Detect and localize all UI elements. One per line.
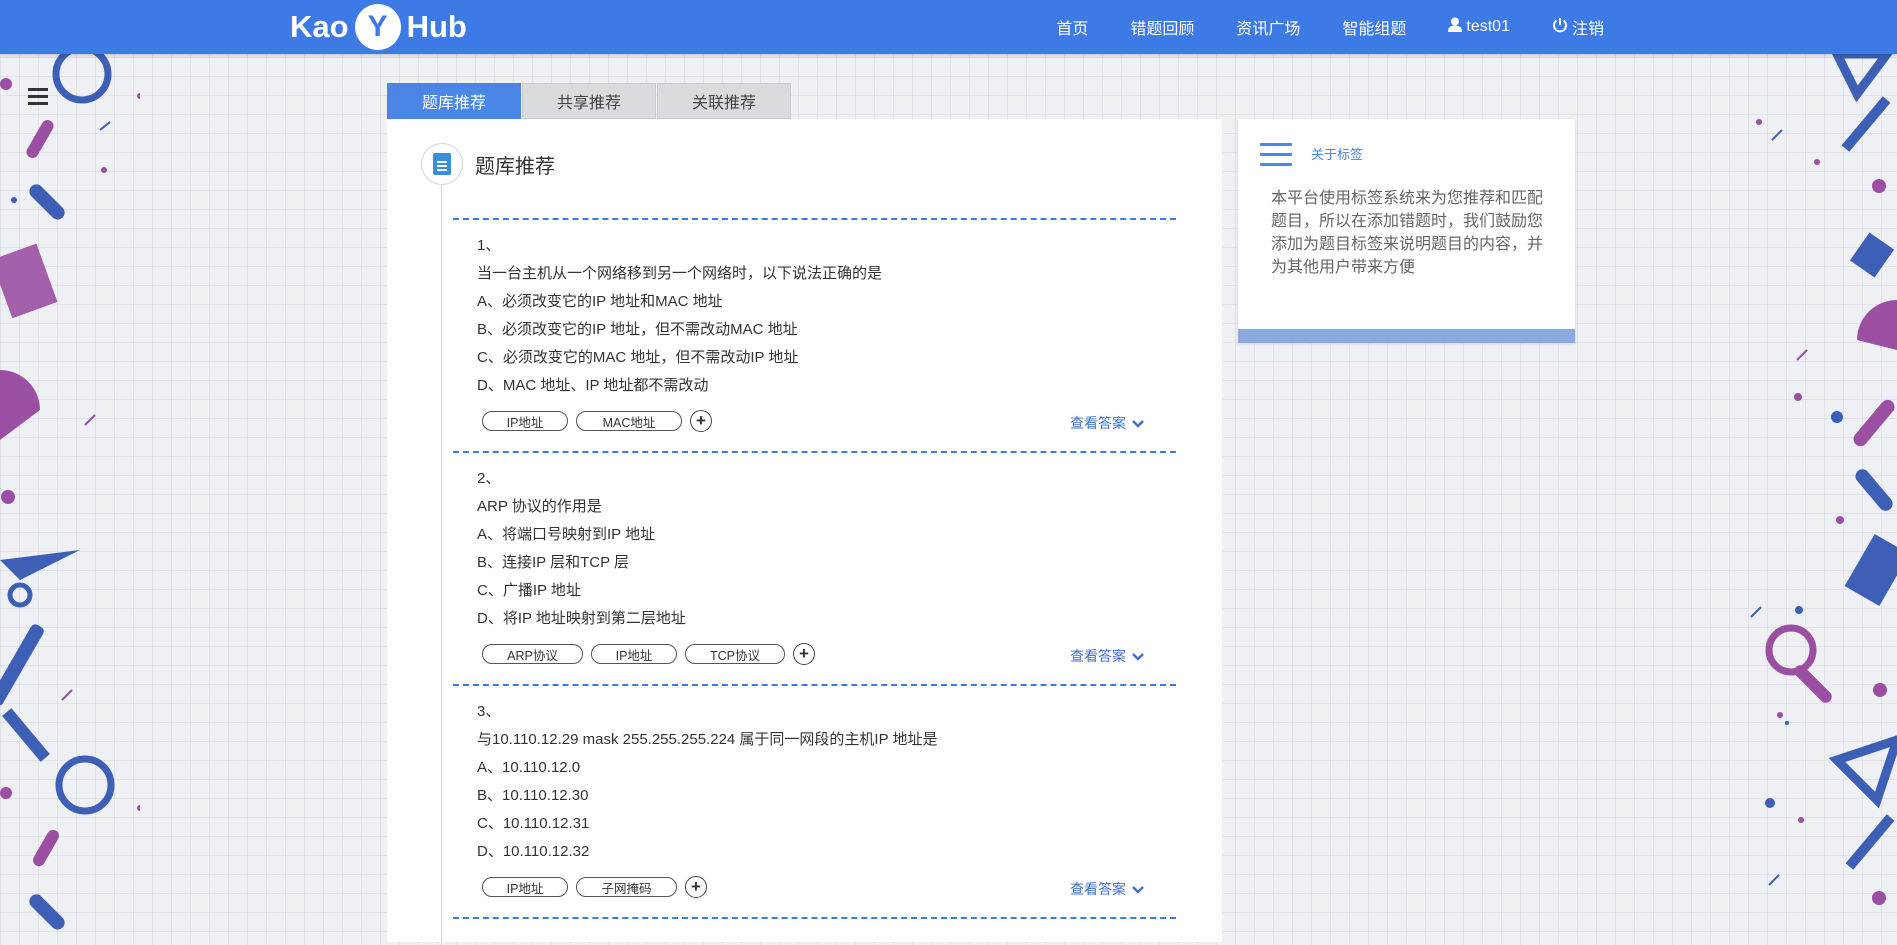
question-stem: ARP 协议的作用是 bbox=[477, 498, 602, 515]
brand-y-badge: Y bbox=[354, 4, 401, 50]
add-tag-button[interactable]: + bbox=[793, 643, 815, 665]
tab-bank-recommend[interactable]: 题库推荐 bbox=[387, 83, 521, 119]
question-item: 2、 ARP 协议的作用是 A、将端口号映射到IP 地址 B、连接IP 层和TC… bbox=[477, 465, 1177, 633]
user-icon bbox=[1448, 17, 1463, 37]
question-option: A、必须改变它的IP 地址和MAC 地址 bbox=[477, 293, 723, 310]
tag-chip[interactable]: MAC地址 bbox=[576, 411, 682, 431]
question-option: C、10.110.12.31 bbox=[477, 815, 590, 832]
decor-right-icons bbox=[1750, 49, 1897, 905]
question-option: A、将端口号映射到IP 地址 bbox=[477, 526, 656, 543]
about-tags-text: 本平台使用标签系统来为您推荐和匹配题目，所以在添加错题时，我们鼓励您添加为题目标… bbox=[1271, 190, 1544, 276]
view-answer-label: 查看答案 bbox=[1070, 648, 1126, 664]
tag-chip[interactable]: ARP协议 bbox=[482, 644, 583, 664]
nav-home[interactable]: 首页 bbox=[1056, 15, 1088, 39]
list-icon bbox=[1260, 143, 1292, 173]
nav-wrong-review-label: 错题回顾 bbox=[1130, 21, 1195, 38]
document-icon bbox=[433, 153, 451, 175]
plus-icon: + bbox=[799, 644, 809, 663]
menu-icon bbox=[28, 88, 48, 105]
nav-smart-quiz[interactable]: 智能组题 bbox=[1342, 15, 1406, 39]
tab-related-recommend[interactable]: 关联推荐 bbox=[657, 83, 791, 119]
plus-icon: + bbox=[691, 877, 701, 896]
nav-wrong-review[interactable]: 错题回顾 bbox=[1130, 15, 1194, 39]
question-option: B、10.110.12.30 bbox=[477, 787, 589, 804]
tag-chip[interactable]: IP地址 bbox=[482, 411, 568, 431]
question-divider bbox=[453, 684, 1176, 686]
panel-header: 题库推荐 bbox=[421, 143, 555, 185]
nav-news-label: 资讯广场 bbox=[1236, 21, 1301, 38]
question-option: B、必须改变它的IP 地址，但不需改动MAC 地址 bbox=[477, 321, 798, 338]
timeline-line bbox=[441, 185, 442, 945]
tag-chip[interactable]: IP地址 bbox=[591, 644, 677, 664]
nav-logout[interactable]: 注销 bbox=[1552, 15, 1604, 39]
panel-title: 题库推荐 bbox=[475, 155, 555, 178]
power-icon bbox=[1552, 17, 1568, 38]
question-option: A、10.110.12.0 bbox=[477, 759, 581, 776]
decor-left-icons bbox=[0, 44, 140, 930]
question-divider bbox=[453, 218, 1176, 220]
nav-news[interactable]: 资讯广场 bbox=[1236, 15, 1300, 39]
question-option: D、将IP 地址映射到第二层地址 bbox=[477, 610, 686, 627]
question-stem: 当一台主机从一个网络移到另一个网络时，以下说法正确的是 bbox=[477, 265, 883, 282]
tag-list: ARP协议 IP地址 TCP协议 + bbox=[482, 643, 815, 665]
brand-right: Hub bbox=[406, 9, 467, 44]
main-nav: 首页 错题回顾 资讯广场 智能组题 test01 注销 bbox=[1014, 0, 1604, 54]
view-answer-link[interactable]: 查看答案 bbox=[1070, 413, 1144, 433]
plus-icon: + bbox=[696, 411, 706, 430]
add-tag-button[interactable]: + bbox=[685, 876, 707, 898]
question-number: 3、 bbox=[477, 703, 501, 720]
chevron-down-icon bbox=[1132, 416, 1144, 431]
add-tag-button[interactable]: + bbox=[690, 410, 712, 432]
nav-user[interactable]: test01 bbox=[1448, 17, 1510, 37]
question-option: C、必须改变它的MAC 地址，但不需改动IP 地址 bbox=[477, 349, 799, 366]
nav-smart-quiz-label: 智能组题 bbox=[1342, 21, 1407, 38]
question-divider bbox=[453, 451, 1176, 453]
question-number: 2、 bbox=[477, 470, 501, 487]
tag-info-panel: 关于标签 本平台使用标签系统来为您推荐和匹配题目，所以在添加错题时，我们鼓励您添… bbox=[1238, 119, 1575, 343]
question-divider bbox=[453, 917, 1176, 919]
question-option: C、广播IP 地址 bbox=[477, 582, 581, 599]
document-badge bbox=[421, 143, 463, 185]
tag-chip[interactable]: TCP协议 bbox=[685, 644, 785, 664]
tag-chip[interactable]: IP地址 bbox=[482, 877, 568, 897]
view-answer-label: 查看答案 bbox=[1070, 881, 1126, 897]
main-panel: 题库推荐 1、 当一台主机从一个网络移到另一个网络时，以下说法正确的是 A、必须… bbox=[387, 119, 1222, 945]
brand-logo[interactable]: Kao Y Hub bbox=[290, 4, 467, 50]
nav-logout-label: 注销 bbox=[1571, 21, 1604, 38]
tag-chip[interactable]: 子网掩码 bbox=[576, 877, 677, 897]
about-tags-link[interactable]: 关于标签 bbox=[1311, 144, 1363, 163]
question-stem: 与10.110.12.29 mask 255.255.255.224 属于同一网… bbox=[477, 731, 938, 748]
question-item: 3、 与10.110.12.29 mask 255.255.255.224 属于… bbox=[477, 698, 1177, 866]
top-navbar: Kao Y Hub 首页 错题回顾 资讯广场 智能组题 test01 注销 bbox=[0, 0, 1897, 54]
question-item: 1、 当一台主机从一个网络移到另一个网络时，以下说法正确的是 A、必须改变它的I… bbox=[477, 232, 1177, 400]
panel-footer-bar bbox=[1238, 329, 1575, 343]
tab-shared-recommend[interactable]: 共享推荐 bbox=[522, 83, 656, 119]
question-option: B、连接IP 层和TCP 层 bbox=[477, 554, 629, 571]
recommend-tabs: 题库推荐 共享推荐 关联推荐 bbox=[387, 83, 792, 119]
question-number: 1、 bbox=[477, 237, 501, 254]
side-menu-toggle[interactable] bbox=[28, 82, 48, 113]
view-answer-label: 查看答案 bbox=[1070, 415, 1126, 431]
nav-user-label: test01 bbox=[1466, 18, 1510, 35]
chevron-down-icon bbox=[1132, 649, 1144, 664]
chevron-down-icon bbox=[1132, 882, 1144, 897]
tag-list: IP地址 MAC地址 + bbox=[482, 410, 712, 432]
question-option: D、10.110.12.32 bbox=[477, 843, 590, 860]
nav-home-label: 首页 bbox=[1056, 21, 1089, 38]
view-answer-link[interactable]: 查看答案 bbox=[1070, 646, 1144, 666]
brand-left: Kao bbox=[290, 9, 349, 44]
tag-list: IP地址 子网掩码 + bbox=[482, 876, 707, 898]
view-answer-link[interactable]: 查看答案 bbox=[1070, 879, 1144, 899]
question-option: D、MAC 地址、IP 地址都不需改动 bbox=[477, 377, 709, 394]
